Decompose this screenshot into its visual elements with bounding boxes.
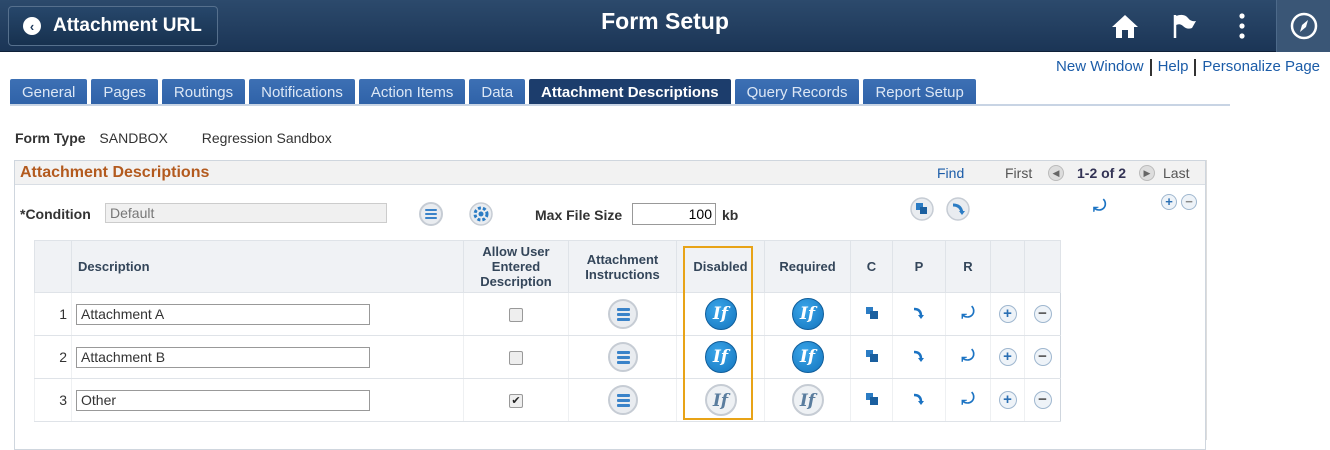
description-input[interactable] [76,346,370,368]
row-count: 1-2 of 2 [1077,165,1127,181]
first-label: First [1005,165,1033,181]
settings-gear-icon[interactable] [469,202,493,229]
next-row-icon[interactable]: ▶ [1139,165,1155,181]
delete-row-icon[interactable]: − [1033,391,1052,410]
table-row: 1 If If ⤾ +− [34,292,1061,336]
top-banner: ‹ Attachment URL Form Setup [0,0,1330,52]
last-label: Last [1163,165,1190,181]
flag-icon[interactable] [1166,8,1202,44]
copy-row-icon[interactable] [865,392,879,409]
paste-row-icon[interactable] [913,392,925,408]
tab-routings[interactable]: Routings [161,79,246,105]
condition-field[interactable] [105,203,387,223]
copy-row-icon[interactable] [865,306,879,323]
delete-row-icon[interactable]: − [1033,305,1052,324]
help-link[interactable]: Help [1158,58,1189,75]
table-row: 2 If If ⤾ +− [34,335,1061,379]
revert-row-icon[interactable]: ⤾ [961,391,974,408]
disabled-if-icon[interactable]: If [704,341,737,373]
instructions-icon[interactable] [607,342,638,372]
row-number-header [34,240,72,293]
instructions-icon[interactable] [607,385,638,415]
disabled-header: Disabled [676,240,765,293]
description-input[interactable] [76,303,370,325]
kebab-menu-icon[interactable] [1224,8,1260,44]
form-type-label: Form Type [15,130,86,146]
description-input[interactable] [76,389,370,411]
max-file-size-field[interactable] [632,203,716,225]
section-title: Attachment Descriptions [20,164,210,181]
navbar-compass-icon[interactable] [1276,0,1330,52]
disabled-if-icon[interactable]: If [704,298,737,330]
max-file-size-unit: kb [722,207,739,223]
form-type-row: Form Type SANDBOX Regression Sandbox [15,130,332,146]
row-number: 1 [34,292,72,336]
add-row-icon[interactable]: + [998,348,1017,367]
paste-row-icon[interactable] [913,349,925,365]
add-row-icon[interactable]: + [998,391,1017,410]
add-row-icon[interactable]: + [998,305,1017,324]
tab-action-items[interactable]: Action Items [358,79,466,105]
tab-attachment-descriptions[interactable]: Attachment Descriptions [529,79,731,105]
link-separator [1149,58,1152,76]
description-header: Description [71,240,464,293]
attachment-grid: Description Allow User Entered Descripti… [34,240,1061,422]
required-if-icon[interactable]: If [791,341,824,373]
revert-condition-icon[interactable]: ⤾ [1093,198,1106,216]
revert-row-icon[interactable]: ⤾ [961,305,974,322]
allow-user-checkbox[interactable] [509,308,523,323]
table-row: 3 ✔ If If ⤾ +− [34,378,1061,422]
tab-general[interactable]: General [10,79,88,105]
disabled-if-icon[interactable]: If [704,384,737,416]
instructions-header: Attachment Instructions [568,240,677,293]
instructions-icon[interactable] [607,299,638,329]
tab-query-records[interactable]: Query Records [734,79,860,105]
copy-condition-icon[interactable] [910,197,934,224]
allow-user-checkbox[interactable]: ✔ [509,394,523,409]
copy-header: C [850,240,893,293]
new-window-link[interactable]: New Window [1056,58,1144,75]
tab-divider [10,104,1230,106]
allow-user-header: Allow User Entered Description [463,240,569,293]
paste-condition-icon[interactable] [946,197,970,224]
personalize-link[interactable]: Personalize Page [1202,58,1320,75]
required-header: Required [764,240,851,293]
required-if-icon[interactable]: If [791,384,824,416]
tab-notifications[interactable]: Notifications [249,79,355,105]
link-separator [1194,58,1197,76]
row-number: 2 [34,335,72,379]
tab-bar: General Pages Routings Notifications Act… [10,79,980,105]
add-condition-icon[interactable]: + [1161,193,1177,211]
tab-data[interactable]: Data [469,79,526,105]
page-divider [1206,160,1207,440]
revert-row-icon[interactable]: ⤾ [961,348,974,365]
form-type-code: SANDBOX [99,130,168,146]
tab-pages[interactable]: Pages [91,79,158,105]
allow-user-checkbox[interactable] [509,351,523,366]
copy-row-icon[interactable] [865,349,879,366]
instructions-icon[interactable] [419,202,443,226]
previous-row-icon[interactable]: ◀ [1048,165,1064,181]
remove-header [1024,240,1061,293]
paste-header: P [892,240,946,293]
add-header [990,240,1025,293]
find-link[interactable]: Find [937,165,964,181]
delete-row-icon[interactable]: − [1033,348,1052,367]
header-links: New Window Help Personalize Page [1056,58,1320,76]
section-header: Attachment Descriptions Find First ◀ 1-2… [15,161,1205,185]
tab-report-setup[interactable]: Report Setup [863,79,976,105]
home-icon[interactable] [1107,8,1143,44]
paste-row-icon[interactable] [913,306,925,322]
revert-header: R [945,240,991,293]
max-file-size-label: Max File Size [535,207,623,223]
required-if-icon[interactable]: If [791,298,824,330]
form-type-name: Regression Sandbox [201,130,332,146]
remove-condition-icon[interactable]: − [1181,193,1197,211]
condition-label: *Condition [20,206,91,222]
row-number: 3 [34,378,72,422]
